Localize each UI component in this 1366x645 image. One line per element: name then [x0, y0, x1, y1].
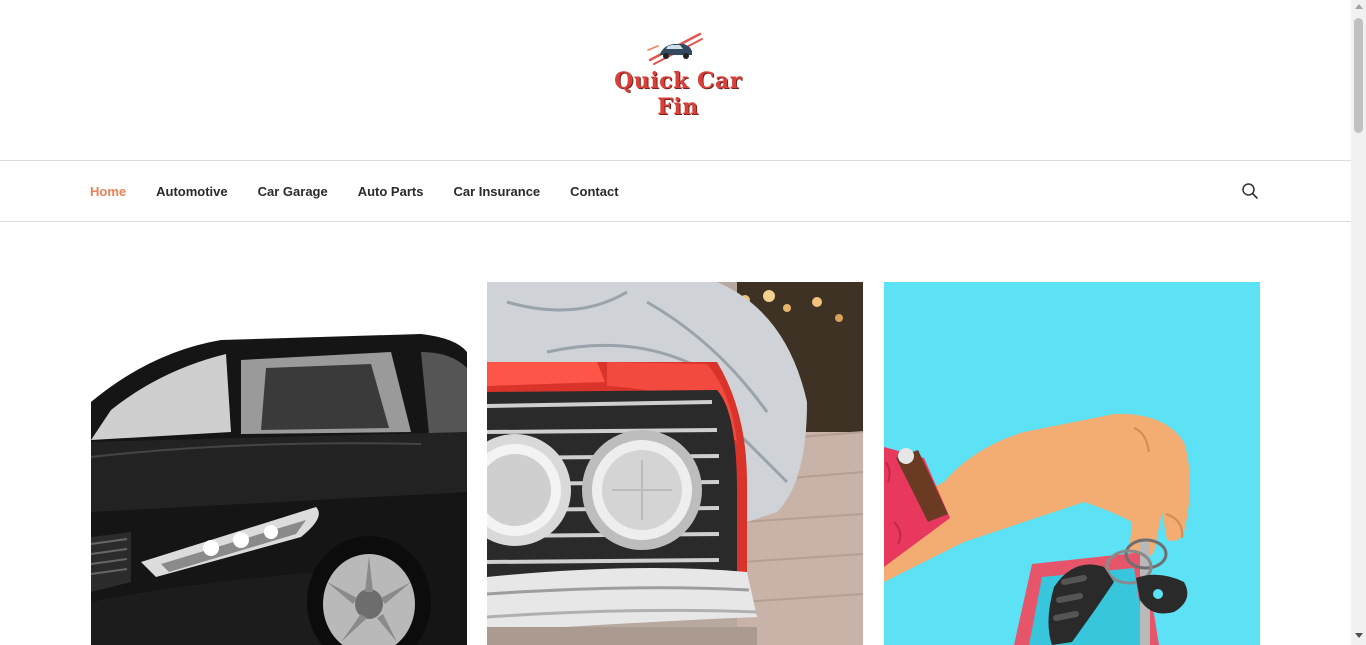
main-navigation: Home Automotive Car Garage Auto Parts Ca… — [0, 160, 1351, 222]
scroll-down-arrow-icon[interactable] — [1355, 633, 1363, 638]
site-title: Quick Car Fin — [614, 68, 742, 120]
nav-item-contact[interactable]: Contact — [570, 184, 618, 199]
scrollbar-thumb[interactable] — [1354, 18, 1363, 133]
nav-item-automotive[interactable]: Automotive — [156, 184, 228, 199]
nav-menu: Home Automotive Car Garage Auto Parts Ca… — [90, 161, 649, 221]
site-logo[interactable]: Quick Car Fin — [594, 30, 762, 120]
post-card-2[interactable] — [487, 282, 863, 645]
vintage-red-car-headlights-image — [487, 282, 863, 645]
scroll-up-arrow-icon[interactable] — [1355, 4, 1363, 9]
post-card-3[interactable] — [884, 282, 1260, 645]
search-icon — [1242, 183, 1258, 199]
nav-item-home[interactable]: Home — [90, 184, 126, 199]
page: Quick Car Fin Home Automotive Car Garage… — [0, 0, 1366, 645]
nav-item-car-insurance[interactable]: Car Insurance — [453, 184, 540, 199]
post-card-1[interactable] — [91, 282, 467, 645]
black-sedan-image — [91, 282, 467, 645]
vertical-scrollbar[interactable] — [1351, 0, 1366, 645]
nav-item-auto-parts[interactable]: Auto Parts — [358, 184, 424, 199]
nav-item-car-garage[interactable]: Car Garage — [258, 184, 328, 199]
search-button[interactable] — [1240, 181, 1260, 201]
post-grid — [91, 282, 1261, 645]
site-header: Quick Car Fin — [0, 0, 1351, 160]
hand-holding-car-keys-image — [884, 282, 1260, 645]
car-logo-icon — [647, 32, 703, 65]
